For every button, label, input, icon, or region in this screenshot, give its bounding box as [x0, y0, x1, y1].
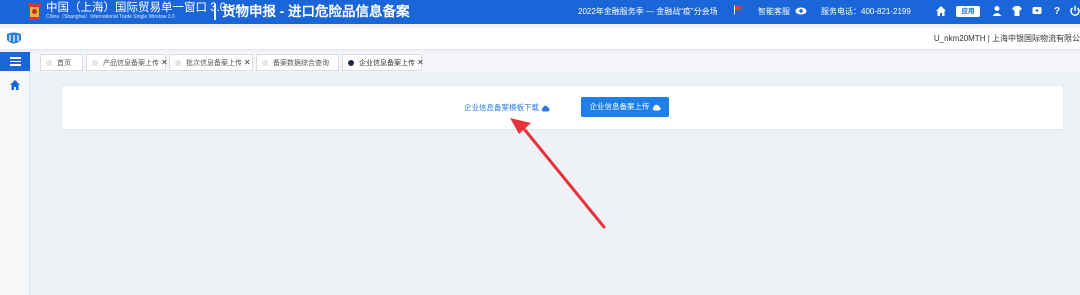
tab-filing-data-query[interactable]: 备案数据综合查询: [256, 54, 339, 71]
content-panel: 企业信息备案模板下载 企业信息备案上传: [61, 85, 1064, 130]
home-icon[interactable]: [935, 5, 947, 17]
user-bar: U_nkm20MTH | 上海中银国际物流有限公: [0, 28, 1080, 50]
top-header: 中国（上海）国际贸易单一窗口 3.0 China（Shanghai）Intern…: [0, 0, 1080, 24]
power-icon[interactable]: [1069, 5, 1080, 17]
sidebar: [0, 52, 30, 295]
user-info[interactable]: U_nkm20MTH | 上海中银国际物流有限公: [934, 33, 1080, 45]
tab-status-dot: [262, 59, 268, 66]
shirt-icon[interactable]: [1011, 5, 1023, 17]
upload-label: 企业信息备案上传: [589, 102, 650, 111]
download-label: 企业信息备案模板下载: [464, 103, 539, 112]
tab-status-dot: [92, 59, 98, 66]
enterprise-info-upload-button[interactable]: 企业信息备案上传: [581, 97, 669, 117]
tab-label: 首页: [57, 59, 71, 67]
title-divider: [214, 4, 216, 20]
tab-status-dot: [46, 59, 52, 66]
apps-badge[interactable]: 应用: [956, 6, 980, 17]
cloud-icon: [541, 105, 550, 111]
tab-label: 备案数据综合查询: [273, 59, 329, 67]
tab-close-icon[interactable]: ✕: [161, 58, 168, 67]
page-title: 货物申报 - 进口危险品信息备案: [222, 4, 410, 19]
service-phone: 服务电话：400-821-2199: [821, 7, 911, 16]
tab-label: 产品信息备案上传: [103, 59, 159, 67]
tab-status-dot: [175, 59, 181, 66]
emblem-logo-icon: [28, 3, 41, 20]
tab-enterprise-info-upload[interactable]: 企业信息备案上传 ✕: [342, 54, 424, 71]
eye-icon[interactable]: [795, 6, 807, 16]
brand-title: 中国（上海）国际贸易单一窗口 3.0: [46, 2, 227, 14]
message-icon[interactable]: [1031, 5, 1043, 17]
help-icon[interactable]: ?: [1051, 5, 1063, 17]
tab-product-info-upload[interactable]: 产品信息备案上传 ✕: [86, 54, 168, 71]
tab-home[interactable]: 首页: [40, 54, 83, 71]
tab-batch-info-upload[interactable]: 批次信息备案上传 ✕: [169, 54, 253, 71]
tab-label: 企业信息备案上传: [359, 59, 415, 67]
tab-close-icon[interactable]: ✕: [244, 58, 251, 67]
brand-subtitle: China（Shanghai）International Trade Singl…: [46, 14, 175, 20]
promo-link[interactable]: 2022年金融服务季 — 金融战“疫”分会场: [578, 6, 718, 18]
tab-bar: 首页 产品信息备案上传 ✕ 批次信息备案上传 ✕ 备案数据综合查询 企业信息备案…: [31, 52, 1080, 73]
sidebar-home-icon[interactable]: [9, 79, 21, 91]
red-flag-icon: [734, 5, 742, 15]
menu-toggle-button[interactable]: [0, 52, 30, 71]
smart-service-link[interactable]: 智能客服: [758, 6, 790, 18]
system-logo-icon: [7, 32, 21, 44]
tab-close-icon[interactable]: ✕: [417, 58, 424, 67]
tab-status-dot: [348, 59, 354, 66]
cloud-upload-icon: [652, 104, 661, 110]
template-download-link[interactable]: 企业信息备案模板下载: [464, 103, 550, 113]
hamburger-icon: [9, 57, 21, 59]
user-icon[interactable]: [991, 5, 1003, 17]
tab-label: 批次信息备案上传: [186, 59, 242, 67]
